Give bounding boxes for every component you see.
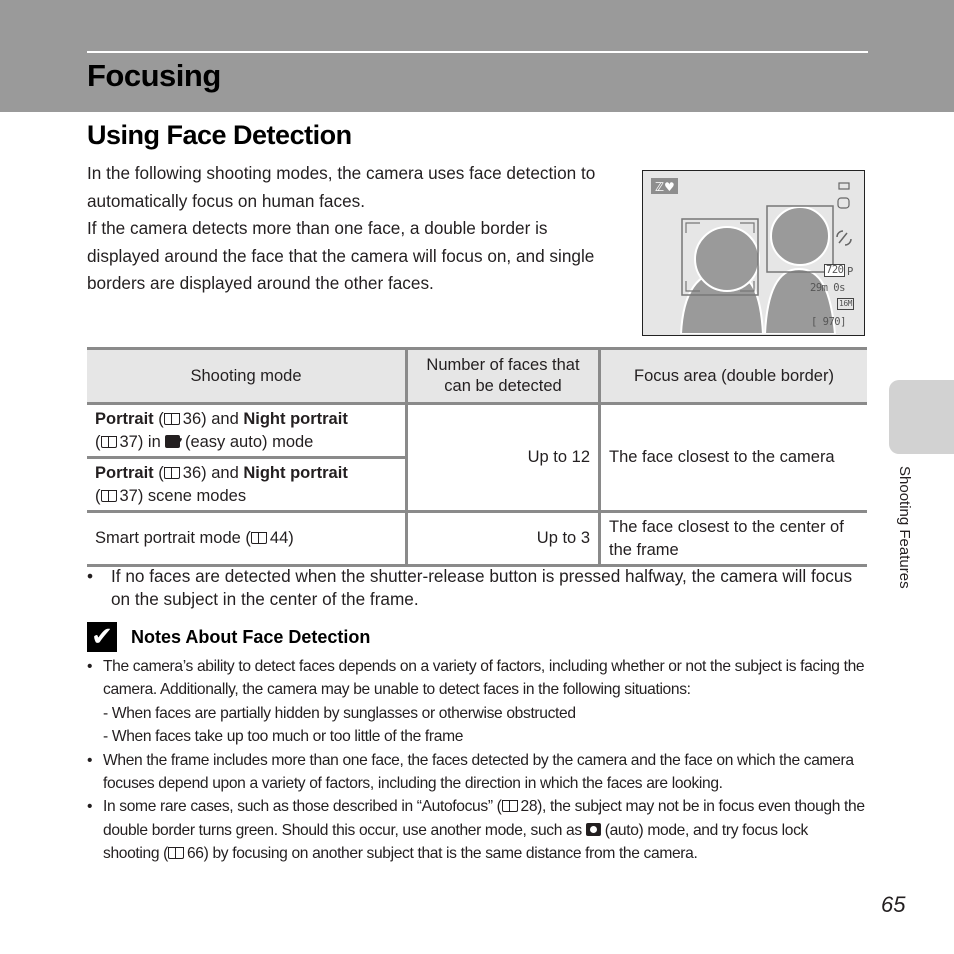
face-count-cell: Up to 12 — [405, 402, 601, 513]
note-subitem: - When faces are partially hidden by sun… — [103, 704, 576, 722]
intro-paragraph-2: If the camera detects more than one face… — [87, 218, 595, 293]
mode-name: Night portrait — [243, 463, 348, 482]
focus-area-cell: The face closest to the center of the fr… — [598, 510, 867, 567]
svg-text:ℤ♥: ℤ♥ — [655, 180, 675, 194]
page-number: 65 — [881, 892, 906, 917]
notes-list: The camera’s ability to detect faces dep… — [87, 655, 867, 866]
no-faces-bullet: If no faces are detected when the shutte… — [87, 565, 857, 611]
mode-cell: Smart portrait mode ( 44) — [87, 510, 408, 567]
note-item: The camera’s ability to detect faces dep… — [87, 655, 867, 702]
face-detection-modes-table: Shooting mode Number of faces that can b… — [87, 347, 867, 567]
book-reference-icon — [163, 412, 180, 425]
book-reference-icon — [167, 847, 184, 860]
right-person-head — [770, 206, 830, 266]
auto-mode-icon — [585, 822, 601, 836]
mode-name: Smart portrait mode ( — [95, 529, 251, 547]
table-header-row: Shooting mode Number of faces that can b… — [87, 347, 867, 405]
movie-quality-indicator: 720 — [824, 264, 846, 277]
note-text: 66) by focusing on another subject that … — [186, 845, 698, 863]
header-face-count: Number of faces that can be detected — [405, 347, 601, 405]
book-reference-icon — [100, 489, 117, 502]
book-reference-icon — [250, 532, 267, 544]
header-focus-area: Focus area (double border) — [598, 347, 867, 405]
motion-detection-icon — [836, 230, 852, 246]
page-ref: 36) and — [182, 463, 244, 482]
mode-cell: Portrait (36) and Night portrait(37) sce… — [87, 456, 407, 513]
vibration-reduction-icon — [837, 197, 850, 209]
table-row: Portrait (36) and Night portrait(37) in … — [87, 402, 867, 513]
chapter-title: Focusing — [87, 58, 221, 93]
intro-text: In the following shooting modes, the cam… — [87, 160, 617, 298]
book-reference-icon — [501, 800, 518, 813]
remaining-shots: [ 970] — [811, 316, 846, 328]
notes-heading: ✔ Notes About Face Detection — [87, 622, 370, 652]
chapter-header-band — [0, 0, 954, 112]
page-ref: 37) in — [119, 432, 166, 451]
focus-area-cell: The face closest to the camera — [598, 402, 867, 513]
mode-name: Portrait — [95, 463, 154, 482]
image-size-indicator: 16M — [837, 298, 854, 310]
checkmark-note-icon: ✔ — [87, 622, 117, 652]
mode-name: Night portrait — [243, 409, 348, 428]
mode-name: Portrait — [95, 409, 154, 428]
remaining-movie-time: 29m 0s — [810, 282, 845, 294]
header-rule — [87, 51, 868, 53]
face-detection-illustration: ℤ♥ — [651, 178, 852, 334]
intro-paragraph-1: In the following shooting modes, the cam… — [87, 163, 596, 211]
book-reference-icon — [163, 466, 180, 479]
face-count-cell: Up to 3 — [405, 510, 601, 567]
table-row: Smart portrait mode ( 44) Up to 3 The fac… — [87, 510, 867, 567]
note-item: When the frame includes more than one fa… — [87, 749, 867, 796]
header-shooting-mode: Shooting mode — [87, 347, 408, 405]
note-item: In some rare cases, such as those descri… — [87, 795, 867, 865]
section-title: Using Face Detection — [87, 120, 352, 150]
easy-auto-mode-icon — [165, 429, 182, 452]
page-ref: 37) scene modes — [119, 486, 247, 505]
notes-title: Notes About Face Detection — [131, 626, 371, 647]
mode-tail: (easy auto) mode — [180, 432, 314, 451]
camera-screen-illustration: ℤ♥ 720 P 29m 0s 16M [ 970] — [642, 170, 865, 336]
side-tab-label: Shooting Features — [896, 466, 913, 589]
page-ref: 36) and — [182, 409, 244, 428]
movie-quality-suffix: P — [847, 266, 853, 278]
note-subitem: - When faces take up too much or too lit… — [103, 728, 464, 746]
book-reference-icon — [100, 435, 117, 448]
mode-cell: Portrait (36) and Night portrait(37) in … — [87, 402, 408, 459]
battery-icon — [838, 182, 850, 190]
page-ref: 44) — [269, 529, 294, 547]
left-person-head — [694, 226, 760, 292]
chapter-side-tab[interactable] — [889, 380, 954, 454]
note-text: In some rare cases, such as those descri… — [103, 798, 502, 816]
